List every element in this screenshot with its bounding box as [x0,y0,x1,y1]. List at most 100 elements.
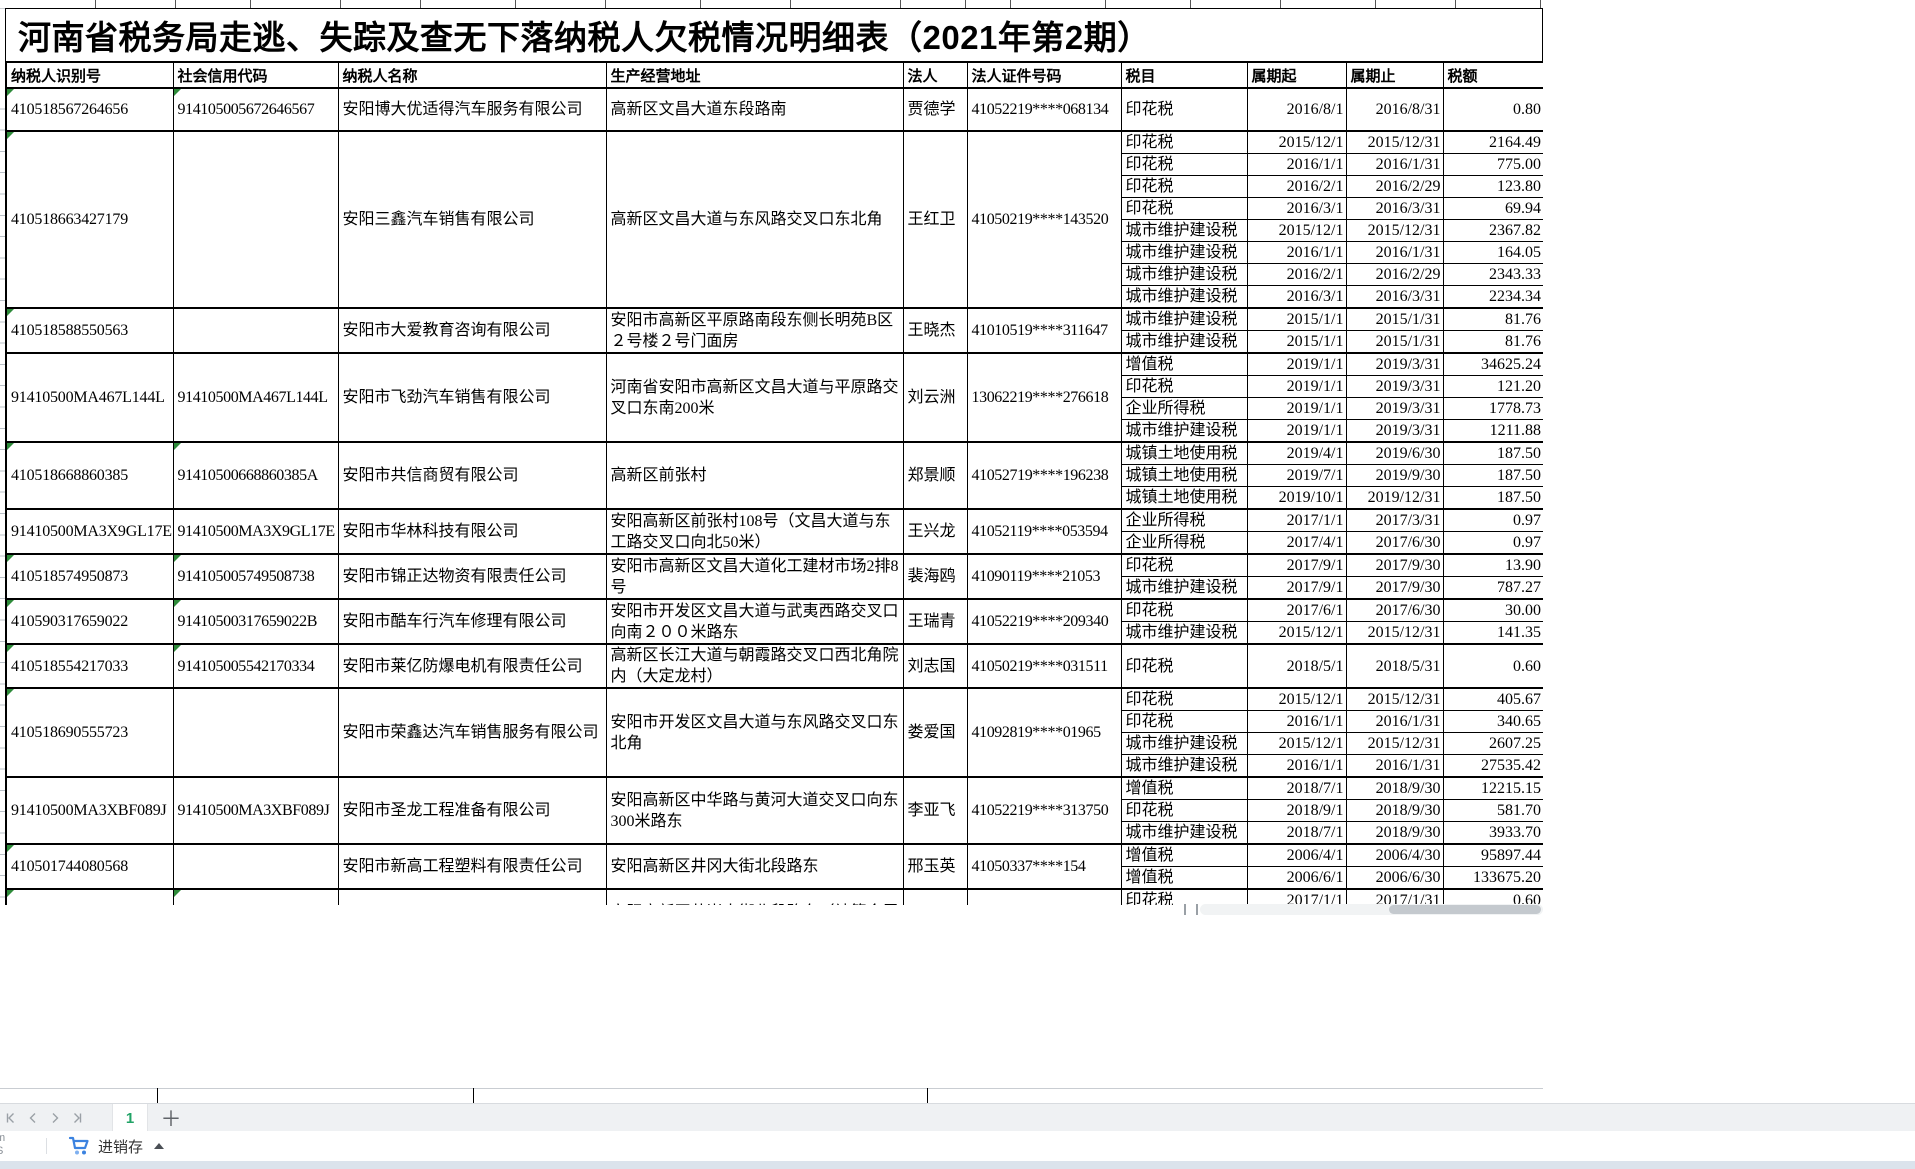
cell-legal-person[interactable]: 娄爱国 [903,688,967,777]
add-sheet-button[interactable]: ＋ [158,1103,184,1133]
cell-tax-item[interactable]: 印花税 [1121,88,1247,131]
cell-period-end[interactable]: 2015/1/31 [1346,331,1443,354]
cell-address[interactable]: 高新区长江大道与朝霞路交叉口西北角院内（大定龙村） [606,644,903,688]
cell-period-end[interactable]: 2019/3/31 [1346,353,1443,376]
column-header-8[interactable]: 属期止 [1346,62,1443,88]
cell-legal-person[interactable]: 邢玉英 [903,844,967,889]
cell-period-start[interactable]: 2015/12/1 [1247,131,1346,154]
cell-credit-code[interactable]: 91410500MA3X9GL17E [173,509,338,554]
cell-period-start[interactable]: 2019/4/1 [1247,442,1346,465]
column-header-4[interactable]: 法人 [903,62,967,88]
cell-taxpayer-id[interactable]: 410518574950873 [6,554,173,599]
cell-credit-code[interactable]: 91410500MA3XBF089J [173,777,338,844]
cell-tax-amount[interactable]: 187.50 [1443,442,1543,465]
cell-tax-item[interactable]: 城市维护建设税 [1121,286,1247,309]
cell-tax-amount[interactable]: 0.60 [1443,889,1543,905]
cell-address[interactable]: 安阳市高新区平原路南段东侧长明苑B区２号楼２号门面房 [606,308,903,353]
cell-period-start[interactable]: 2015/1/1 [1247,308,1346,331]
cell-tax-item[interactable]: 印花税 [1121,154,1247,176]
cell-legal-person[interactable]: 王兴龙 [903,509,967,554]
cell-tax-amount[interactable]: 0.60 [1443,644,1543,688]
cell-period-start[interactable]: 2016/1/1 [1247,242,1346,264]
cell-tax-amount[interactable]: 141.35 [1443,622,1543,645]
cell-period-start[interactable]: 2016/8/1 [1247,88,1346,131]
cell-address[interactable]: 高新区文昌大道与东风路交叉口东北角 [606,131,903,308]
cell-tax-amount[interactable]: 187.50 [1443,465,1543,487]
cell-taxpayer-name[interactable]: 安阳市共信商贸有限公司 [338,442,606,509]
cell-period-start[interactable]: 2019/1/1 [1247,376,1346,398]
cell-tax-item[interactable]: 印花税 [1121,376,1247,398]
cell-period-end[interactable]: 2016/1/31 [1346,154,1443,176]
cell-period-end[interactable]: 2015/12/31 [1346,622,1443,645]
cell-tax-item[interactable]: 印花税 [1121,688,1247,711]
cell-legal-id[interactable]: 41050219****031511 [967,644,1121,688]
cell-period-start[interactable]: 2015/12/1 [1247,688,1346,711]
column-header-0[interactable]: 纳税人识别号 [6,62,173,88]
cell-credit-code[interactable]: 914105005749508738 [173,554,338,599]
cell-tax-item[interactable]: 企业所得税 [1121,532,1247,555]
cell-taxpayer-name[interactable]: 安阳博大优适得汽车服务有限公司 [338,88,606,131]
column-header-6[interactable]: 税目 [1121,62,1247,88]
cell-credit-code[interactable]: 91410500MA467L144L [173,353,338,442]
cell-tax-item[interactable]: 印花税 [1121,176,1247,198]
cell-period-end[interactable]: 2019/3/31 [1346,420,1443,443]
cell-period-end[interactable]: 2019/3/31 [1346,376,1443,398]
cell-period-end[interactable]: 2016/2/29 [1346,176,1443,198]
cell-address[interactable]: 安阳高新区前张村108号（文昌大道与东工路交叉口向北50米） [606,509,903,554]
first-sheet-button[interactable] [0,1107,22,1129]
column-header-9[interactable]: 税额 [1443,62,1543,88]
cell-period-end[interactable]: 2016/1/31 [1346,242,1443,264]
cell-credit-code[interactable] [173,131,338,308]
cell-tax-amount[interactable]: 2164.49 [1443,131,1543,154]
cell-tax-item[interactable]: 印花税 [1121,599,1247,622]
cell-tax-item[interactable]: 城市维护建设税 [1121,242,1247,264]
cell-period-start[interactable]: 2016/2/1 [1247,264,1346,286]
cell-period-start[interactable]: 2016/2/1 [1247,176,1346,198]
cell-period-start[interactable]: 2019/1/1 [1247,353,1346,376]
cell-legal-id[interactable]: 41090119****21053 [967,554,1121,599]
cell-tax-item[interactable]: 城市维护建设税 [1121,220,1247,242]
cell-legal-person[interactable]: 裴海鸥 [903,554,967,599]
cell-tax-amount[interactable]: 2343.33 [1443,264,1543,286]
report-title[interactable]: 河南省税务局走逃、失踪及查无下落纳税人欠税情况明细表（2021年第2期） [5,8,1543,62]
cell-address[interactable]: 高新区文昌大道东段路南 [606,88,903,131]
cell-taxpayer-name[interactable]: 安阳市圣龙工程准备有限公司 [338,777,606,844]
scrollbar-split-handle[interactable] [1184,904,1198,915]
cell-legal-person[interactable]: 刘云洲 [903,353,967,442]
cell-legal-id[interactable]: 41052719****196238 [967,442,1121,509]
cell-legal-person[interactable]: 李亚飞 [903,777,967,844]
cell-taxpayer-name[interactable]: 安阳市莱亿防爆电机有限责任公司 [338,644,606,688]
cell-period-start[interactable]: 2019/1/1 [1247,398,1346,420]
cell-taxpayer-name[interactable]: 安阳市大爱教育咨询有限公司 [338,308,606,353]
cell-taxpayer-id[interactable]: 41051857498730X [6,889,173,905]
cell-tax-item[interactable]: 企业所得税 [1121,509,1247,532]
cell-period-start[interactable]: 2019/7/1 [1247,465,1346,487]
cell-tax-amount[interactable]: 0.80 [1443,88,1543,131]
cell-period-end[interactable]: 2017/1/31 [1346,889,1443,905]
cell-tax-item[interactable]: 城市维护建设税 [1121,331,1247,354]
cell-tax-item[interactable]: 城镇土地使用税 [1121,442,1247,465]
cell-period-end[interactable]: 2018/9/30 [1346,777,1443,800]
cell-taxpayer-id[interactable]: 410501744080568 [6,844,173,889]
cell-period-start[interactable]: 2017/9/1 [1247,554,1346,577]
cell-period-start[interactable]: 2016/3/1 [1247,198,1346,220]
horizontal-scrollbar-thumb[interactable] [1389,905,1541,914]
cell-tax-amount[interactable]: 405.67 [1443,688,1543,711]
cell-tax-item[interactable]: 印花税 [1121,198,1247,220]
cell-period-end[interactable]: 2016/3/31 [1346,286,1443,309]
cell-tax-item[interactable]: 城市维护建设税 [1121,755,1247,778]
cell-taxpayer-id[interactable]: 410518554217033 [6,644,173,688]
cell-period-end[interactable]: 2016/2/29 [1346,264,1443,286]
cell-period-start[interactable]: 2016/1/1 [1247,154,1346,176]
cell-period-end[interactable]: 2015/12/31 [1346,688,1443,711]
cell-period-end[interactable]: 2017/6/30 [1346,532,1443,555]
horizontal-scrollbar[interactable] [1200,904,1543,915]
cell-period-start[interactable]: 2016/3/1 [1247,286,1346,309]
cell-taxpayer-id[interactable]: 410518567264656 [6,88,173,131]
cell-tax-amount[interactable]: 81.76 [1443,331,1543,354]
cell-tax-amount[interactable]: 69.94 [1443,198,1543,220]
cell-period-start[interactable]: 2015/12/1 [1247,220,1346,242]
cell-period-start[interactable]: 2017/9/1 [1247,577,1346,600]
cell-period-start[interactable]: 2015/12/1 [1247,733,1346,755]
cell-tax-item[interactable]: 印花税 [1121,711,1247,733]
